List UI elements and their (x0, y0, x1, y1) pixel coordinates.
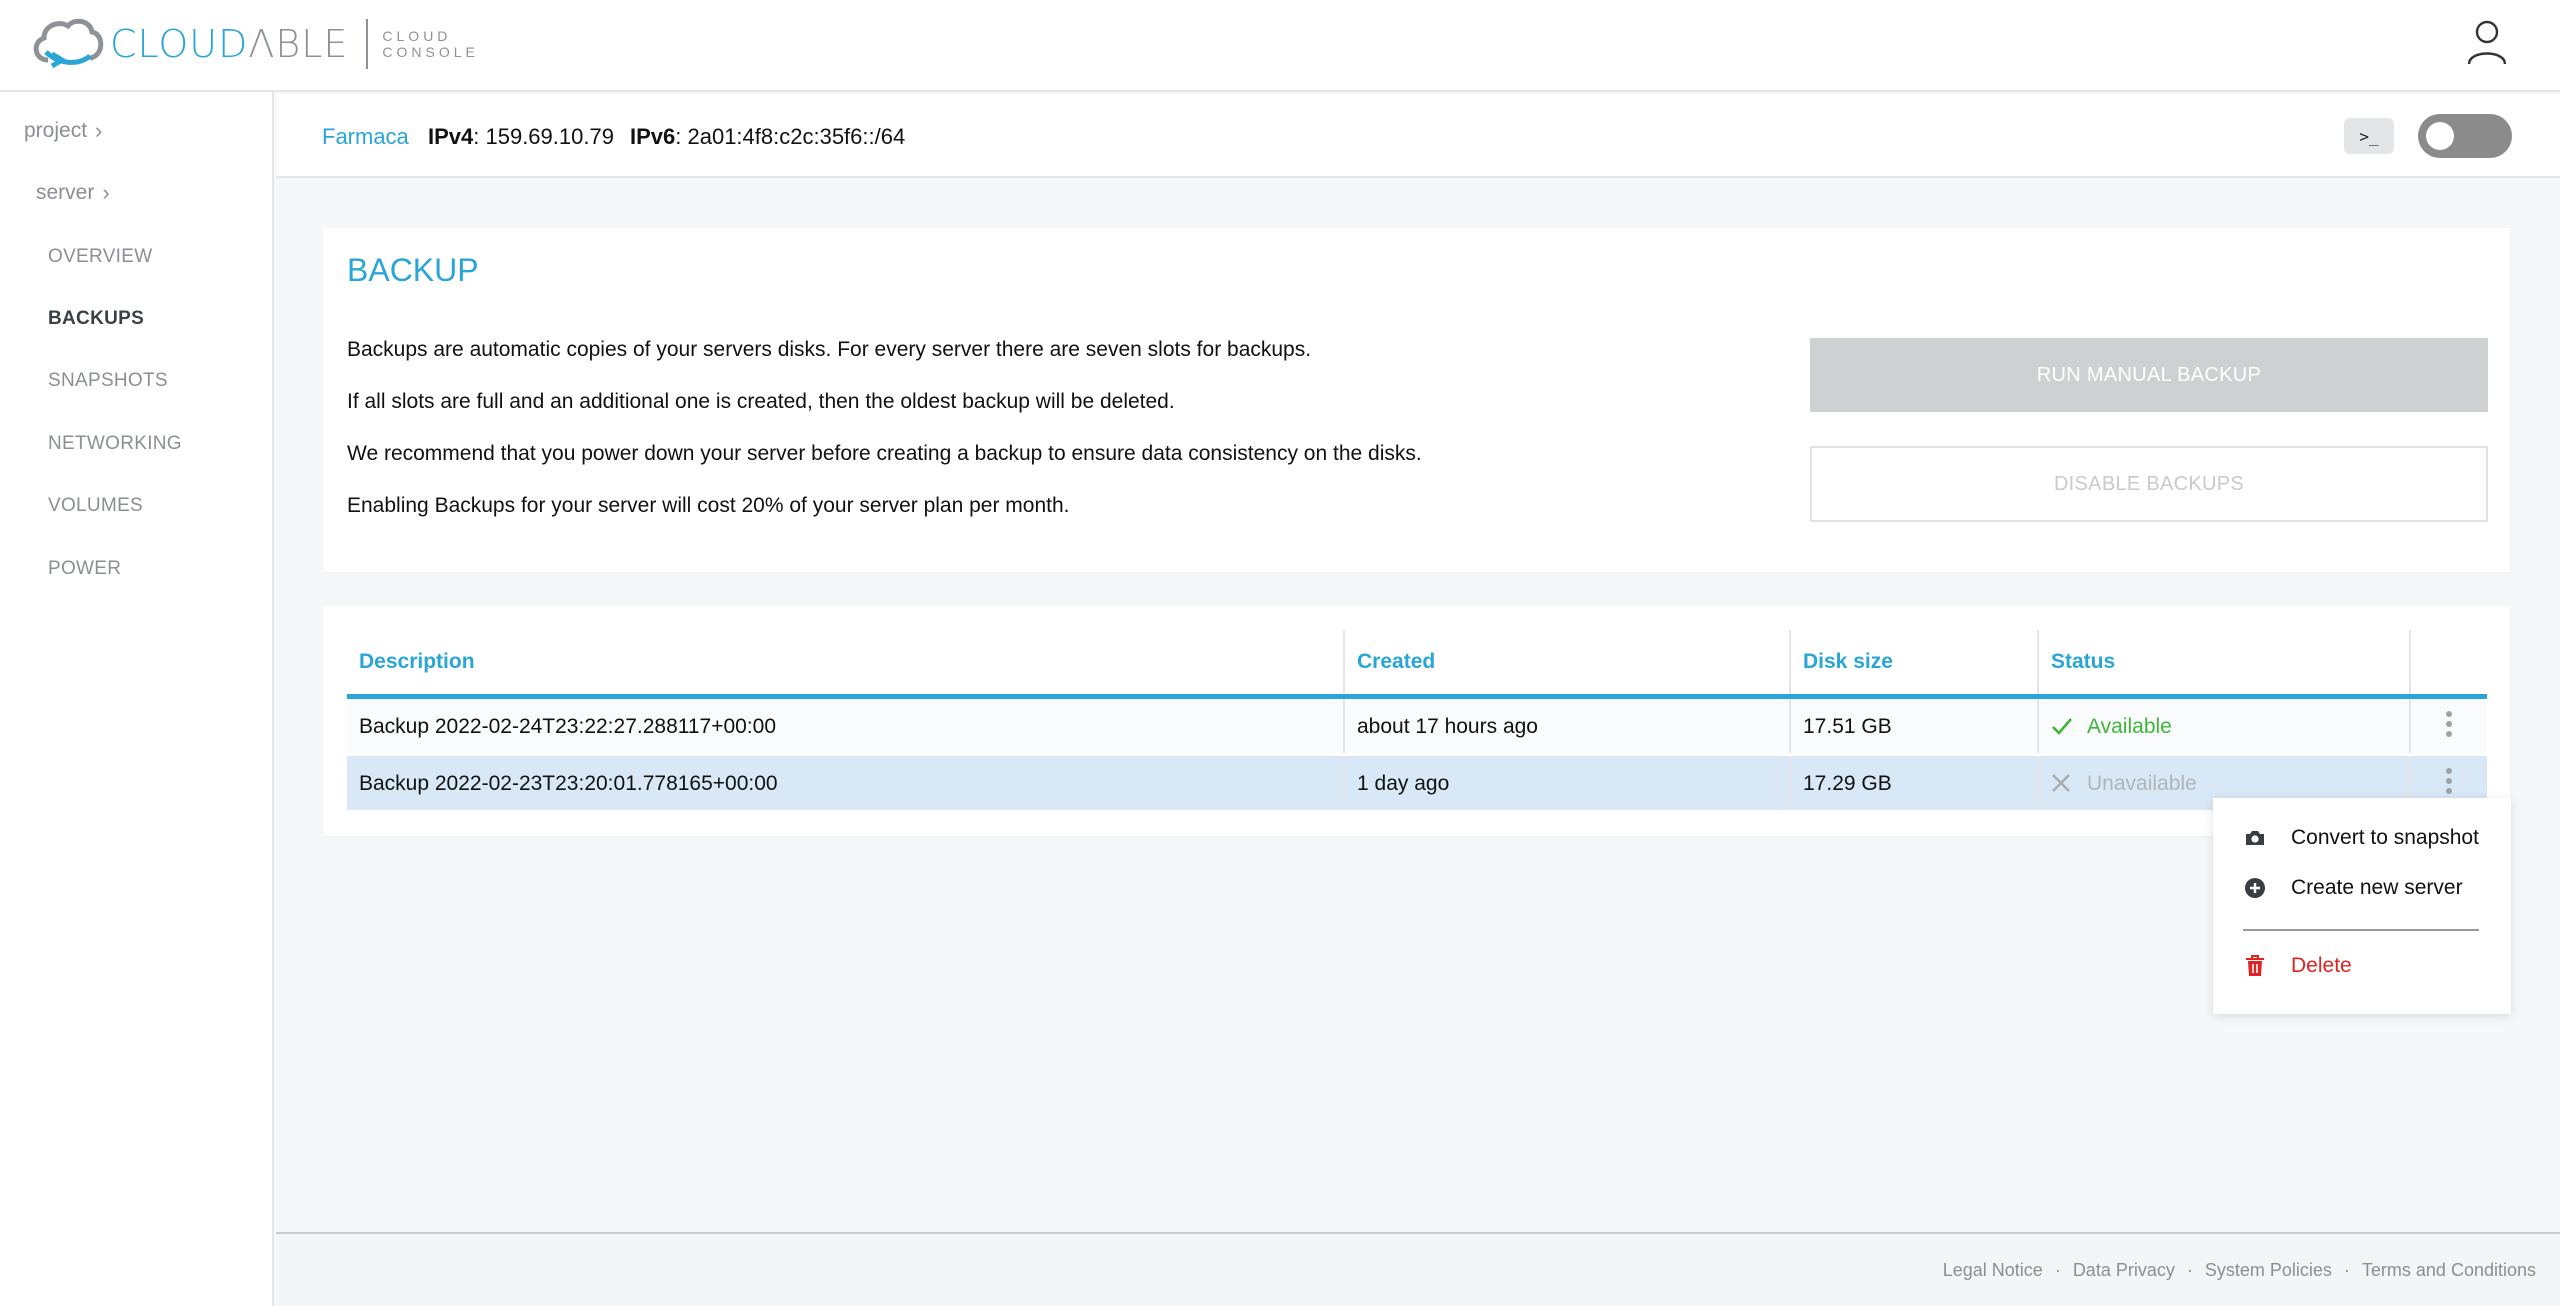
table-row[interactable]: Backup 2022-02-24T23:22:27.288117+00:00 … (347, 699, 2487, 753)
sidebar-item-overview[interactable]: OVERVIEW (48, 246, 152, 268)
sidebar-item-power[interactable]: POWER (48, 558, 121, 580)
backup-description-line: Backups are automatic copies of your ser… (347, 338, 1312, 361)
row-actions-kebab-icon[interactable] (2443, 711, 2455, 741)
page-title: BACKUP (347, 252, 479, 288)
column-header-status[interactable]: Status (2051, 650, 2115, 674)
cell-disk-size: 17.51 GB (1803, 715, 1892, 738)
column-header-created[interactable]: Created (1357, 650, 1435, 674)
backup-info-card: BACKUP Backups are automatic copies of y… (323, 228, 2510, 572)
menu-divider (2243, 929, 2479, 931)
ipv4-address: IPv4: 159.69.10.79 (428, 124, 614, 149)
sidebar-item-snapshots[interactable]: SNAPSHOTS (48, 370, 168, 392)
menu-item-create-new-server[interactable]: Create new server (2243, 876, 2463, 900)
user-account-icon[interactable] (2466, 18, 2508, 66)
power-toggle[interactable] (2418, 114, 2512, 158)
cloud-logo-icon (33, 18, 104, 69)
menu-item-label: Create new server (2291, 876, 2463, 899)
column-divider (2037, 756, 2039, 810)
trash-icon (2243, 954, 2267, 978)
x-unavailable-icon (2052, 774, 2070, 792)
ipv6-address: IPv6: 2a01:4f8:c2c:35f6::/64 (630, 124, 906, 149)
run-manual-backup-button[interactable]: RUN MANUAL BACKUP (1810, 338, 2488, 412)
row-actions-kebab-icon[interactable] (2443, 768, 2455, 798)
footer-separator: · (2054, 1260, 2061, 1280)
breadcrumb-project-label: project (24, 119, 88, 142)
menu-item-label: Convert to snapshot (2291, 826, 2479, 849)
column-divider (2037, 699, 2039, 753)
toggle-knob (2426, 122, 2454, 150)
plus-circle-icon (2243, 876, 2267, 900)
cell-created: 1 day ago (1357, 772, 1450, 795)
footer-links: Legal Notice · Data Privacy · System Pol… (1943, 1260, 2536, 1281)
column-divider (2409, 699, 2411, 753)
chevron-right-icon: › (102, 180, 110, 205)
cell-status: Unavailable (2087, 772, 2197, 795)
disable-backups-button[interactable]: DISABLE BACKUPS (1810, 446, 2488, 522)
cell-description: Backup 2022-02-23T23:20:01.778165+00:00 (359, 772, 778, 795)
table-row[interactable]: Backup 2022-02-23T23:20:01.778165+00:00 … (347, 756, 2487, 810)
cell-created: about 17 hours ago (1357, 715, 1538, 738)
server-name-link[interactable]: Farmaca (322, 124, 409, 150)
column-divider (1343, 699, 1345, 753)
breadcrumb-server-label: server (36, 181, 95, 204)
console-terminal-button[interactable]: >_ (2344, 118, 2394, 154)
column-header-disk-size[interactable]: Disk size (1803, 650, 1893, 674)
server-info-bar: Farmaca IPv4: 159.69.10.79 IPv6: 2a01:4f… (276, 94, 2560, 178)
cloudable-logo[interactable]: CLOUDΛBLE CLOUD CONSOLE (28, 14, 479, 74)
logo-divider (366, 19, 369, 69)
sidebar-item-volumes[interactable]: VOLUMES (48, 495, 143, 517)
footer-separator: · (2186, 1260, 2193, 1280)
sidebar-item-networking[interactable]: NETWORKING (48, 433, 182, 455)
menu-item-label: Delete (2291, 954, 2352, 977)
cell-status: Available (2087, 715, 2172, 738)
row-actions-menu: Convert to snapshot Create new server De… (2213, 798, 2511, 1014)
logo-subtitle: CLOUD CONSOLE (382, 28, 479, 60)
camera-icon (2243, 826, 2267, 850)
column-header-description[interactable]: Description (359, 650, 475, 674)
footer-link-terms-and-conditions[interactable]: Terms and Conditions (2362, 1260, 2536, 1281)
menu-item-delete[interactable]: Delete (2243, 954, 2352, 978)
column-divider (1789, 756, 1791, 810)
backup-description-line: Enabling Backups for your server will co… (347, 494, 1070, 517)
footer-link-legal-notice[interactable]: Legal Notice (1943, 1260, 2043, 1281)
top-header: CLOUDΛBLE CLOUD CONSOLE (0, 0, 2560, 92)
column-divider (1343, 756, 1345, 810)
footer-link-system-policies[interactable]: System Policies (2205, 1260, 2332, 1281)
cell-disk-size: 17.29 GB (1803, 772, 1892, 795)
sidebar-item-backups[interactable]: BACKUPS (48, 308, 144, 330)
backup-description-line: If all slots are full and an additional … (347, 390, 1175, 413)
column-divider (1789, 699, 1791, 753)
footer-link-data-privacy[interactable]: Data Privacy (2073, 1260, 2175, 1281)
footer-separator: · (2343, 1260, 2350, 1280)
backup-description-line: We recommend that you power down your se… (347, 442, 1422, 465)
sidebar: project › server › OVERVIEW BACKUPS SNAP… (0, 92, 274, 1306)
breadcrumb-project[interactable]: project › (24, 118, 102, 144)
checkmark-icon (2052, 718, 2072, 735)
cell-description: Backup 2022-02-24T23:22:27.288117+00:00 (359, 715, 777, 738)
chevron-right-icon: › (95, 118, 103, 143)
breadcrumb-server[interactable]: server › (36, 180, 110, 206)
menu-item-convert-to-snapshot[interactable]: Convert to snapshot (2243, 826, 2479, 850)
logo-wordmark: CLOUDΛBLE (110, 22, 349, 66)
backups-table: Description Created Disk size Status Bac… (323, 606, 2510, 836)
footer: Legal Notice · Data Privacy · System Pol… (276, 1232, 2560, 1306)
